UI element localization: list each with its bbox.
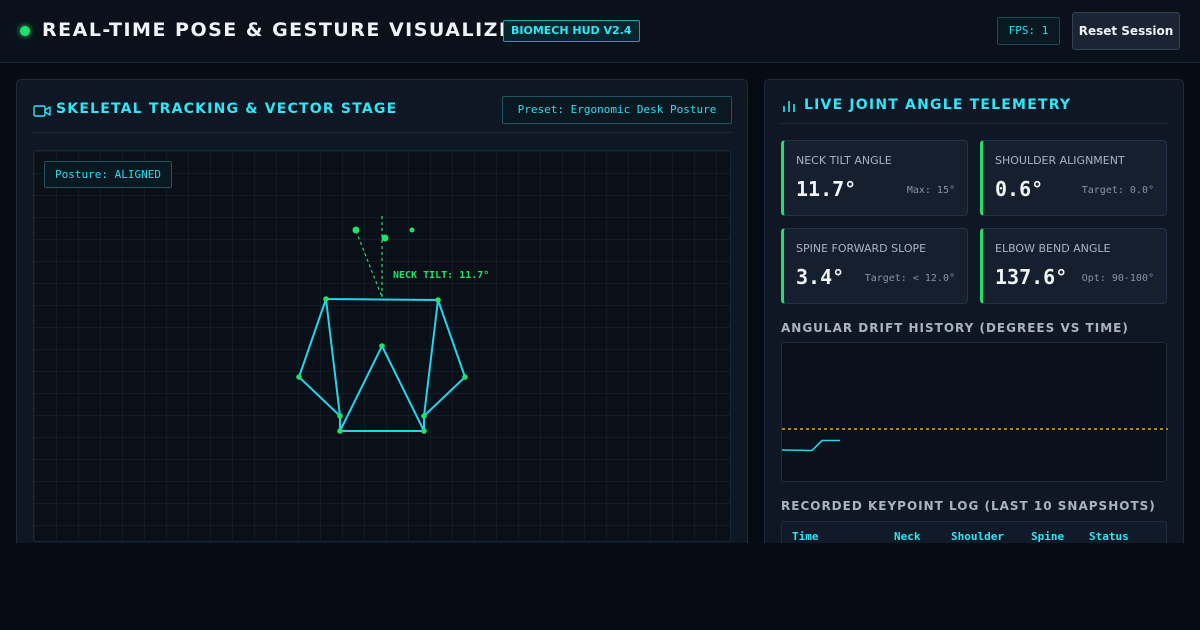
neck-tilt-vector bbox=[355, 230, 383, 298]
metric-card-elbow-bend: ELBOW BEND ANGLE 137.6° Opt: 90-100° bbox=[980, 228, 1167, 304]
column-header-shoulder: Shoulder bbox=[951, 530, 1004, 543]
bar-chart-icon bbox=[783, 101, 795, 112]
metric-threshold: Target: 0.0° bbox=[1081, 185, 1154, 196]
telemetry-panel: LIVE JOINT ANGLE TELEMETRY NECK TILT ANG… bbox=[764, 79, 1184, 559]
metric-label: NECK TILT ANGLE bbox=[796, 154, 892, 167]
viewport-cutoff bbox=[0, 543, 1200, 630]
skeleton-joints bbox=[296, 296, 468, 434]
app-title: REAL-TIME POSE & GESTURE VISUALIZER bbox=[42, 19, 530, 41]
metric-card-shoulder-alignment: SHOULDER ALIGNMENT 0.6° Target: 0.0° bbox=[980, 140, 1167, 216]
metric-value: 137.6° bbox=[995, 265, 1068, 289]
head-keypoint-left bbox=[352, 226, 360, 234]
telemetry-panel-title: LIVE JOINT ANGLE TELEMETRY bbox=[804, 97, 1072, 113]
metric-label: SPINE FORWARD SLOPE bbox=[796, 242, 927, 255]
app-header: REAL-TIME POSE & GESTURE VISUALIZER BIOM… bbox=[0, 0, 1200, 63]
fps-counter: FPS: 1 bbox=[997, 17, 1060, 45]
metric-threshold: Max: 15° bbox=[906, 185, 955, 196]
metric-card-neck-tilt: NECK TILT ANGLE 11.7° Max: 15° bbox=[781, 140, 968, 216]
keypoint-log-title: RECORDED KEYPOINT LOG (LAST 10 SNAPSHOTS… bbox=[781, 499, 1156, 513]
drift-history-chart bbox=[781, 342, 1168, 482]
metric-label: SHOULDER ALIGNMENT bbox=[995, 154, 1125, 167]
metric-value: 0.6° bbox=[995, 177, 1044, 201]
neck-tilt-annotation: NECK TILT: 11.7° bbox=[393, 270, 489, 281]
column-header-status: Status bbox=[1089, 530, 1129, 543]
preset-selector[interactable]: Preset: Ergonomic Desk Posture bbox=[502, 96, 732, 124]
head-keypoint-nose bbox=[381, 234, 389, 242]
metric-card-spine-slope: SPINE FORWARD SLOPE 3.4° Target: < 12.0° bbox=[781, 228, 968, 304]
metric-value: 3.4° bbox=[796, 265, 845, 289]
telemetry-panel-divider bbox=[781, 123, 1167, 124]
stage-panel-divider bbox=[33, 132, 731, 133]
skeleton-bones bbox=[298, 298, 466, 432]
metric-threshold: Opt: 90-100° bbox=[1081, 273, 1154, 284]
metric-value: 11.7° bbox=[796, 177, 857, 201]
version-badge: BIOMECH HUD V2.4 bbox=[503, 20, 640, 42]
drift-history-plot bbox=[781, 428, 1168, 452]
stage-panel-title: SKELETAL TRACKING & VECTOR STAGE bbox=[56, 101, 398, 117]
vector-stage[interactable]: Posture: ALIGNED NECK TILT: 11.7° bbox=[33, 150, 731, 542]
reset-session-button[interactable]: Reset Session bbox=[1072, 12, 1180, 50]
skeletal-tracking-panel: SKELETAL TRACKING & VECTOR STAGE Preset:… bbox=[16, 79, 748, 559]
column-header-neck: Neck bbox=[894, 530, 921, 543]
metric-label: ELBOW BEND ANGLE bbox=[995, 242, 1111, 255]
column-header-time: Time bbox=[792, 530, 819, 543]
head-keypoint-right bbox=[409, 227, 415, 233]
column-header-spine: Spine bbox=[1031, 530, 1065, 543]
metric-threshold: Target: < 12.0° bbox=[864, 273, 955, 284]
skeleton-overlay: NECK TILT: 11.7° bbox=[296, 216, 489, 434]
video-camera-icon bbox=[33, 105, 51, 117]
drift-series-line bbox=[781, 439, 840, 452]
drift-history-title: ANGULAR DRIFT HISTORY (DEGREES VS TIME) bbox=[781, 321, 1129, 335]
live-status-dot bbox=[20, 26, 30, 36]
